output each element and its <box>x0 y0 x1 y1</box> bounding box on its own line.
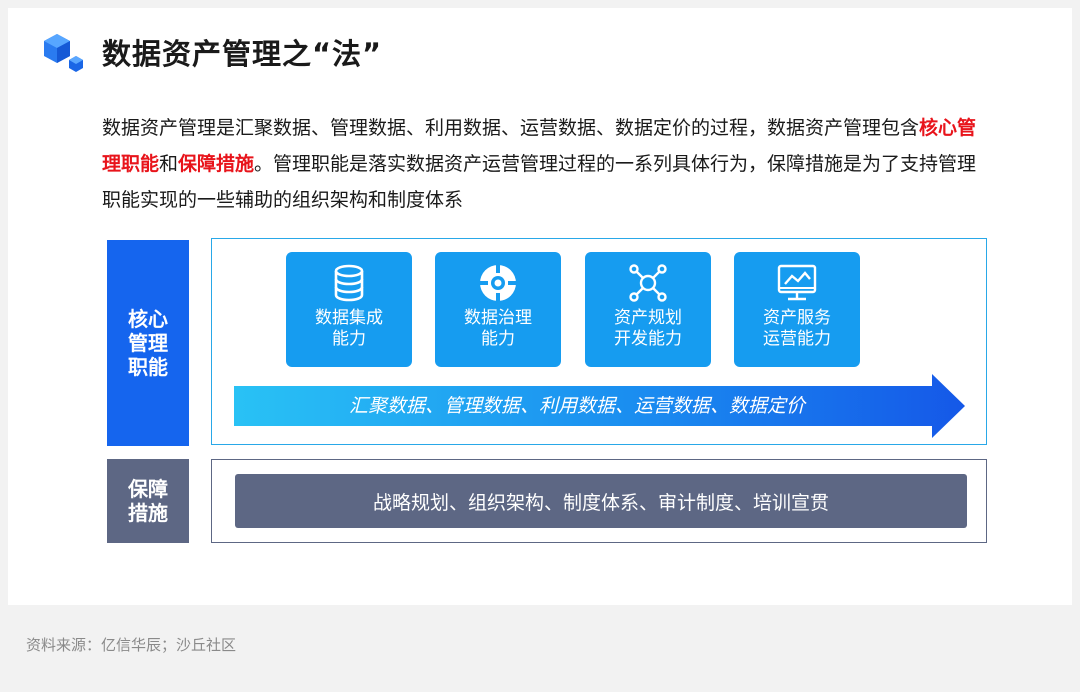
tile-line2: 能力 <box>332 329 366 349</box>
page-title: 数据资产管理之“法” <box>102 37 383 71</box>
tile-line1: 资产服务 <box>763 308 831 328</box>
tile-line2: 开发能力 <box>614 329 682 349</box>
tile-line2: 运营能力 <box>763 329 831 349</box>
guarantee-measures-label: 保障措施 <box>107 459 189 543</box>
cube-logo-icon <box>42 32 88 72</box>
tile-line1: 资产规划 <box>614 308 682 328</box>
intro-highlight-guard: 保障措施 <box>178 153 255 175</box>
tile-asset-planning: 资产规划 开发能力 <box>585 252 711 367</box>
tile-asset-service: 资产服务 运营能力 <box>734 252 860 367</box>
governance-target-icon <box>479 264 517 302</box>
title-row: 数据资产管理之“法” <box>42 32 382 72</box>
tile-line2: 能力 <box>481 329 515 349</box>
tile-line1: 数据集成 <box>315 308 383 328</box>
tile-data-governance-text: 数据治理 能力 <box>464 308 532 350</box>
intro-connector: 和 <box>159 153 179 175</box>
process-arrow-text: 汇聚数据、管理数据、利用数据、运营数据、数据定价 <box>348 395 805 417</box>
database-icon <box>334 264 364 302</box>
core-functions-label-text: 核心管理职能 <box>128 307 168 379</box>
tile-data-integration: 数据集成 能力 <box>286 252 412 367</box>
source-note: 资料来源：亿信华辰；沙丘社区 <box>26 636 237 654</box>
tile-asset-planning-text: 资产规划 开发能力 <box>614 308 682 350</box>
guarantee-measures-label-text: 保障措施 <box>128 477 168 525</box>
guarantee-measures-bar: 战略规划、组织架构、制度体系、审计制度、培训宣贯 <box>235 474 967 528</box>
network-nodes-icon <box>629 264 667 302</box>
tile-data-integration-text: 数据集成 能力 <box>315 308 383 350</box>
intro-paragraph: 数据资产管理是汇聚数据、管理数据、利用数据、运营数据、数据定价的过程，数据资产管… <box>102 110 992 218</box>
monitor-chart-icon <box>777 264 817 301</box>
tile-line1: 数据治理 <box>464 308 532 328</box>
intro-text-1: 数据资产管理是汇聚数据、管理数据、利用数据、运营数据、数据定价的过程，数据资产管… <box>102 117 920 139</box>
core-functions-label: 核心管理职能 <box>107 240 189 446</box>
tile-data-governance: 数据治理 能力 <box>435 252 561 367</box>
tile-asset-service-text: 资产服务 运营能力 <box>763 308 831 350</box>
